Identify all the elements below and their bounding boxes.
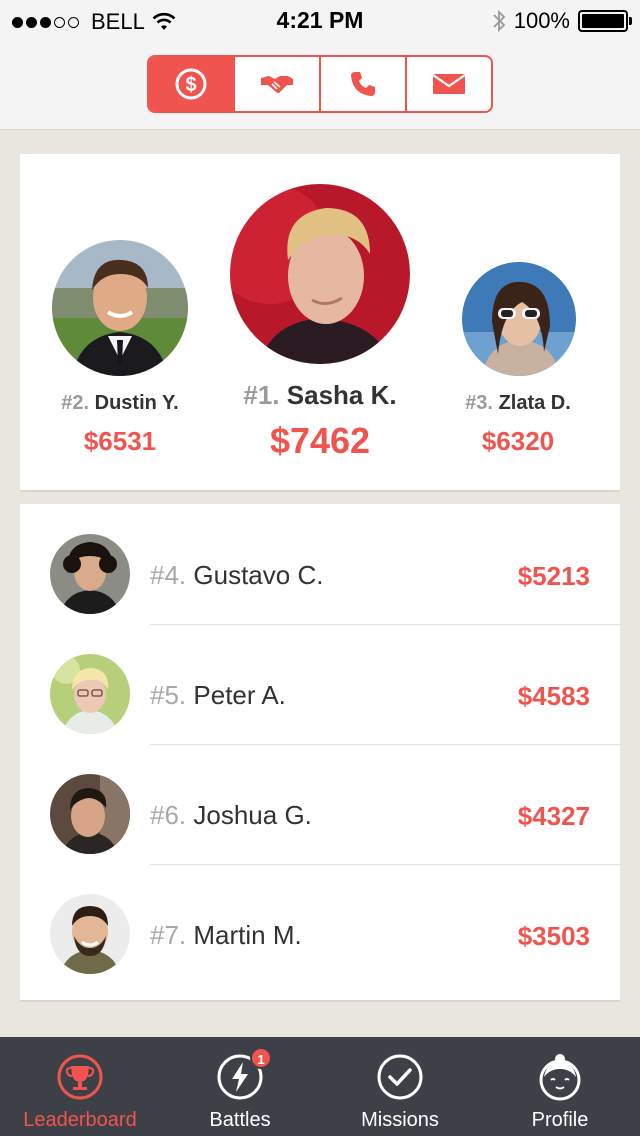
tab-leaderboard[interactable]: Leaderboard [0, 1037, 160, 1136]
segment-calls[interactable] [321, 57, 407, 111]
bluetooth-icon [493, 9, 505, 33]
tab-leaderboard-label: Leaderboard [23, 1109, 137, 1131]
battery-icon [578, 10, 632, 32]
battery-percent: 100% [513, 8, 570, 33]
tab-bar: Leaderboard 1 Battles Missions Profile [0, 1037, 640, 1136]
lightning-icon: 1 [216, 1047, 272, 1106]
second-place-label: Dustin Y. [94, 392, 179, 414]
second-place-amount: $6531 [83, 426, 157, 456]
avatar [50, 534, 130, 614]
player-rank: #4. [150, 560, 187, 590]
podium-card: #2. Dustin Y. $6531 #1. Sasha K. $7462 #… [20, 154, 620, 492]
tab-battles-label: Battles [209, 1109, 271, 1131]
list-item[interactable]: #4. Gustavo C. $5213 [20, 504, 620, 625]
mail-icon [432, 74, 466, 94]
player-name: #4. Gustavo C. [150, 560, 323, 591]
header: $ [0, 40, 640, 130]
battles-badge: 1 [250, 1047, 272, 1069]
svg-text:$: $ [185, 74, 196, 96]
second-place-rank: #2. [61, 392, 90, 414]
player-label: Joshua G. [193, 800, 312, 830]
tab-missions-label: Missions [361, 1109, 439, 1131]
list-item[interactable]: #6. Joshua G. $4327 [20, 744, 620, 865]
player-name: #6. Joshua G. [150, 800, 312, 831]
player-amount: $4583 [517, 681, 590, 711]
phone-icon [351, 72, 375, 96]
avatar-second-place[interactable] [52, 240, 188, 376]
check-icon [376, 1053, 424, 1106]
player-amount: $3503 [517, 921, 590, 951]
handshake-icon [261, 76, 293, 93]
category-segmented-control: $ [147, 55, 493, 113]
status-right: 100% [492, 8, 632, 34]
player-label: Gustavo C. [193, 560, 324, 590]
player-rank: #7. [150, 920, 187, 950]
first-place-amount: $7462 [269, 420, 371, 461]
first-place-rank: #1. [243, 380, 280, 410]
profile-face-icon [536, 1053, 584, 1106]
third-place-amount: $6320 [481, 426, 555, 456]
player-rank: #6. [150, 800, 187, 830]
trophy-icon [56, 1053, 104, 1106]
player-amount: $5213 [517, 561, 590, 591]
player-label: Peter A. [193, 680, 286, 710]
tab-battles[interactable]: 1 Battles [160, 1037, 320, 1136]
player-name: #5. Peter A. [150, 680, 286, 711]
third-place-rank: #3. [465, 392, 493, 414]
avatar-third-place[interactable] [462, 262, 576, 376]
avatar-first-place[interactable] [230, 184, 410, 364]
tab-profile[interactable]: Profile [480, 1037, 640, 1136]
player-rank: #5. [150, 680, 187, 710]
segment-emails[interactable] [407, 57, 491, 111]
player-name: #7. Martin M. [150, 920, 302, 951]
avatar [50, 774, 130, 854]
list-item[interactable]: #7. Martin M. $3503 [20, 864, 620, 984]
segment-deals[interactable] [235, 57, 321, 111]
first-place-name: #1. Sasha K. [200, 380, 440, 411]
third-place-name: #3. Zlata D. [418, 392, 618, 415]
dollar-icon: $ [175, 68, 207, 100]
segment-revenue[interactable]: $ [149, 57, 235, 111]
first-place-label: Sasha K. [286, 380, 397, 410]
status-bar: BELL 4:21 PM 100% [0, 0, 640, 40]
third-place-label: Zlata D. [498, 392, 571, 414]
tab-profile-label: Profile [531, 1109, 589, 1131]
leaderboard-list: #4. Gustavo C. $5213 #5. Peter A. $4583 [20, 504, 620, 1002]
player-amount: $4327 [517, 801, 590, 831]
avatar [50, 654, 130, 734]
player-label: Martin M. [193, 920, 302, 950]
avatar [50, 894, 130, 974]
second-place-name: #2. Dustin Y. [20, 392, 220, 415]
list-item[interactable]: #5. Peter A. $4583 [20, 624, 620, 745]
tab-missions[interactable]: Missions [320, 1037, 480, 1136]
